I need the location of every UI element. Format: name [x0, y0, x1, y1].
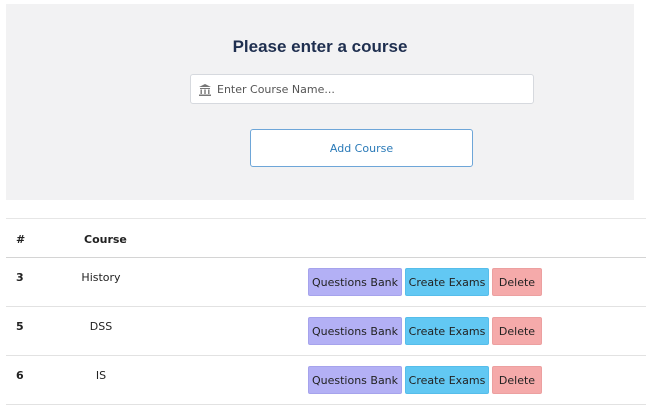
- table-row: 6 IS Questions Bank Create Exams Delete: [6, 356, 646, 405]
- row-course-name: IS: [95, 369, 107, 382]
- institution-icon: [199, 84, 211, 96]
- questions-bank-button[interactable]: Questions Bank: [308, 317, 402, 345]
- create-exams-button[interactable]: Create Exams: [405, 317, 489, 345]
- delete-button[interactable]: Delete: [492, 268, 542, 296]
- course-name-field[interactable]: [190, 74, 537, 104]
- row-number: 5: [16, 320, 24, 333]
- row-actions: Questions Bank Create Exams Delete: [308, 268, 542, 296]
- questions-bank-button[interactable]: Questions Bank: [308, 268, 402, 296]
- create-exams-button[interactable]: Create Exams: [405, 366, 489, 394]
- row-actions: Questions Bank Create Exams Delete: [308, 317, 542, 345]
- header-course: Course: [84, 233, 127, 246]
- create-exams-button[interactable]: Create Exams: [405, 268, 489, 296]
- add-course-panel: Please enter a course Add Course: [6, 4, 634, 200]
- table-row: 5 DSS Questions Bank Create Exams Delete: [6, 307, 646, 356]
- delete-button[interactable]: Delete: [492, 317, 542, 345]
- row-course-name: DSS: [89, 320, 113, 333]
- table-row: 3 History Questions Bank Create Exams De…: [6, 258, 646, 307]
- header-number: #: [16, 233, 26, 246]
- course-name-input[interactable]: [213, 75, 537, 103]
- form-title: Please enter a course: [232, 37, 408, 56]
- add-course-button[interactable]: Add Course: [250, 129, 473, 167]
- row-course-name: History: [81, 271, 121, 284]
- questions-bank-button[interactable]: Questions Bank: [308, 366, 402, 394]
- courses-table: # Course 3 History Questions Bank Create…: [6, 218, 646, 405]
- row-number: 3: [16, 271, 24, 284]
- delete-button[interactable]: Delete: [492, 366, 542, 394]
- row-actions: Questions Bank Create Exams Delete: [308, 366, 542, 394]
- row-number: 6: [16, 369, 24, 382]
- table-header-row: # Course: [6, 219, 646, 258]
